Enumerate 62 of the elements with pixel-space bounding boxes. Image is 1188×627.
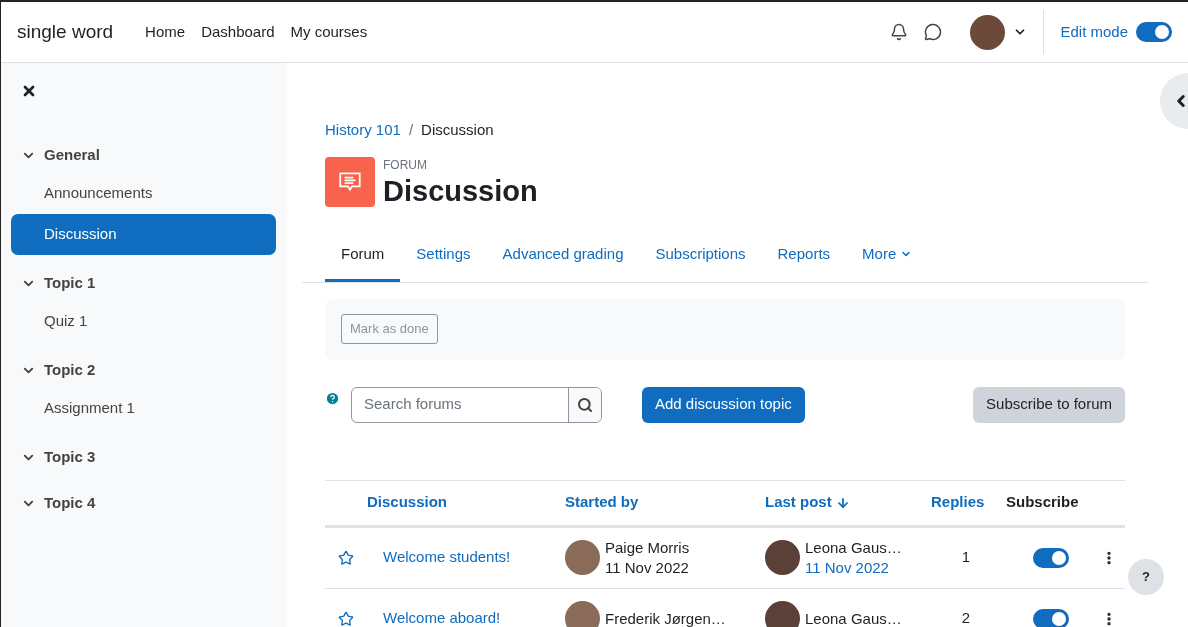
replies-count: 2 xyxy=(961,608,971,627)
section-title[interactable]: Topic 3 xyxy=(44,445,96,469)
star-icon[interactable] xyxy=(338,549,354,566)
section-title[interactable]: Topic 1 xyxy=(44,271,96,295)
author-name: Paige Morris xyxy=(605,537,690,558)
section-title[interactable]: Topic 4 xyxy=(44,491,96,515)
course-index-item[interactable]: Announcements xyxy=(11,173,276,214)
discussion-link[interactable]: Welcome students! xyxy=(383,548,511,566)
column-header[interactable]: Started by xyxy=(565,491,639,514)
page-title: Discussion xyxy=(383,173,538,208)
close-icon[interactable] xyxy=(21,83,37,99)
column-header[interactable]: Replies xyxy=(931,491,985,514)
edit-mode-switch[interactable] xyxy=(1136,22,1172,42)
user-avatar xyxy=(565,601,600,627)
search-icon[interactable] xyxy=(568,387,601,422)
column-header: Subscribe xyxy=(1006,492,1079,513)
mark-as-done-button[interactable]: Mark as done xyxy=(341,314,438,344)
tab[interactable]: More xyxy=(846,229,929,282)
replies-count: 1 xyxy=(961,547,971,568)
user-avatar[interactable] xyxy=(970,14,1006,50)
last-post-link[interactable]: 11 Nov 2022 xyxy=(805,557,902,578)
section-title[interactable]: Topic 2 xyxy=(44,358,96,382)
nav-link[interactable]: Home xyxy=(145,20,186,44)
site-name[interactable]: single word xyxy=(17,17,114,47)
course-index-item[interactable]: Quiz 1 xyxy=(11,301,276,342)
user-avatar xyxy=(565,540,600,575)
section-title[interactable]: General xyxy=(44,143,100,167)
start-date: 11 Nov 2022 xyxy=(605,557,690,578)
star-icon[interactable] xyxy=(338,610,354,627)
edit-mode-label[interactable]: Edit mode xyxy=(1060,20,1128,44)
notifications-icon[interactable] xyxy=(890,23,909,41)
author-name: Frederik Jørgen… xyxy=(605,608,726,627)
user-avatar xyxy=(765,540,800,575)
column-header[interactable]: Discussion xyxy=(367,491,448,514)
add-discussion-button[interactable]: Add discussion topic xyxy=(642,386,805,423)
discussion-link[interactable]: Welcome aboard! xyxy=(383,609,501,627)
tab[interactable]: Settings xyxy=(400,229,487,282)
author-name: Leona Gaus… xyxy=(805,537,902,558)
breadcrumb-separator: / xyxy=(408,120,414,140)
tab[interactable]: Forum xyxy=(325,229,401,282)
tab[interactable]: Advanced grading xyxy=(486,229,640,282)
help-icon[interactable] xyxy=(325,390,340,406)
author-name: Leona Gaus… xyxy=(805,608,902,627)
nav-link[interactable]: Dashboard xyxy=(201,20,275,44)
nav-link[interactable]: My courses xyxy=(290,20,368,44)
forum-icon xyxy=(325,156,375,207)
breadcrumb-link[interactable]: History 101 xyxy=(325,119,401,142)
user-avatar xyxy=(765,601,800,627)
course-index-item[interactable]: Assignment 1 xyxy=(11,388,276,429)
subscribe-switch[interactable] xyxy=(1033,547,1069,568)
help-button[interactable]: ? xyxy=(1128,559,1164,595)
search-input[interactable]: Search forums xyxy=(352,387,568,422)
messages-icon[interactable] xyxy=(924,23,943,41)
column-header[interactable]: Last post xyxy=(765,491,832,514)
subscribe-forum-button[interactable]: Subscribe to forum xyxy=(973,386,1125,423)
tab[interactable]: Reports xyxy=(761,229,847,282)
breadcrumb-current: Discussion xyxy=(421,120,494,140)
course-index-item[interactable]: Discussion xyxy=(11,214,276,255)
search-field[interactable]: Search forums xyxy=(351,386,602,423)
activity-type: FORUM xyxy=(383,156,428,174)
subscribe-switch[interactable] xyxy=(1033,608,1069,627)
tab[interactable]: Subscriptions xyxy=(639,229,762,282)
